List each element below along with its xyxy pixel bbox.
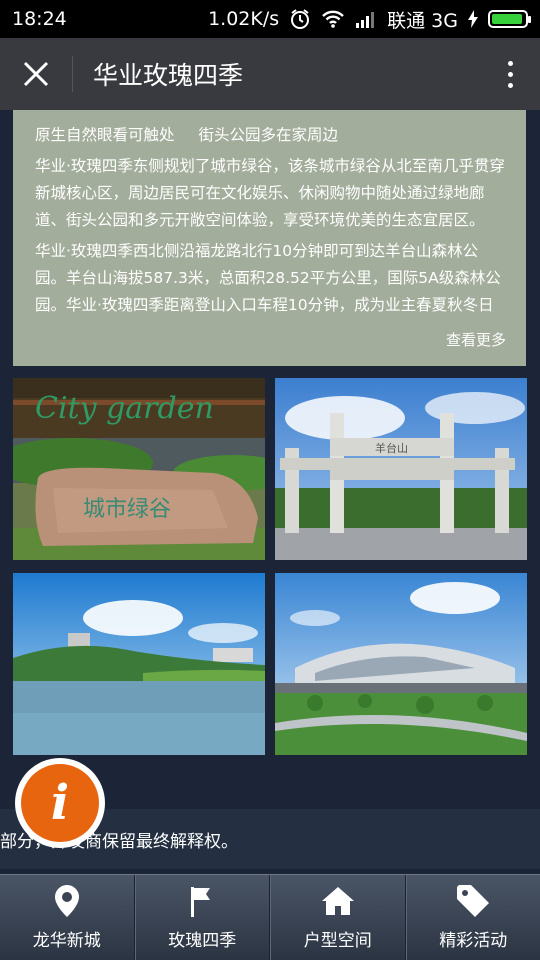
header-divider bbox=[72, 56, 73, 92]
info-icon: i bbox=[21, 764, 99, 842]
nav-label: 玫瑰四季 bbox=[168, 931, 237, 951]
close-button[interactable] bbox=[0, 38, 72, 110]
battery-icon bbox=[488, 10, 531, 28]
nav-item-longhua[interactable]: 龙华新城 bbox=[0, 875, 135, 960]
alarm-icon bbox=[289, 8, 311, 30]
intro-paragraph-1: 华业·玫瑰四季东侧规划了城市绿谷，该条城市绿谷从北至南几乎贯穿新城核心区，周边居… bbox=[35, 157, 505, 229]
nav-item-events[interactable]: 精彩活动 bbox=[405, 875, 540, 960]
nav-label: 户型空间 bbox=[303, 931, 372, 951]
info-button[interactable]: i bbox=[15, 758, 105, 848]
photo-city-garden[interactable]: City garden 城市绿谷 bbox=[13, 378, 265, 560]
intro-subtitle: 原生自然眼看可触处 街头公园多在家周边 bbox=[35, 122, 506, 149]
photo-archway-gate[interactable]: 羊台山 bbox=[275, 378, 527, 560]
more-menu-button[interactable] bbox=[480, 38, 540, 110]
location-pin-icon bbox=[54, 884, 79, 918]
photo-lake[interactable] bbox=[13, 573, 265, 755]
status-right: 1.02K/s 联通 3G bbox=[208, 6, 531, 33]
tag-icon bbox=[457, 884, 490, 918]
carrier-label: 联通 3G bbox=[387, 9, 458, 32]
wifi-icon bbox=[321, 9, 345, 29]
more-dots-icon bbox=[507, 60, 513, 66]
charging-icon bbox=[468, 10, 478, 28]
subtitle-a: 原生自然眼看可触处 bbox=[35, 126, 175, 144]
intro-card: 原生自然眼看可触处 街头公园多在家周边 华业·玫瑰四季东侧规划了城市绿谷，该条城市… bbox=[13, 110, 526, 366]
gate-plaque-text: 羊台山 bbox=[375, 441, 408, 455]
nav-item-rose-seasons[interactable]: 玫瑰四季 bbox=[134, 875, 270, 960]
network-speed: 1.02K/s bbox=[208, 8, 280, 30]
signal-icon bbox=[355, 10, 377, 28]
city-garden-sign-text: City garden bbox=[35, 391, 214, 426]
battery-fill bbox=[492, 14, 523, 24]
nav-item-floor-plans[interactable]: 户型空间 bbox=[270, 875, 406, 960]
subtitle-b: 街头公园多在家周边 bbox=[198, 126, 339, 144]
flag-icon bbox=[189, 884, 215, 918]
home-icon bbox=[321, 884, 354, 918]
status-time: 18:24 bbox=[12, 8, 67, 30]
status-bar: 18:24 1.02K/s 联通 3G bbox=[0, 0, 540, 38]
photo-station-rendering[interactable] bbox=[275, 573, 527, 755]
close-icon bbox=[23, 61, 49, 87]
app-header: 华业玫瑰四季 bbox=[0, 38, 540, 110]
page-title: 华业玫瑰四季 bbox=[93, 61, 244, 90]
read-more-link[interactable]: 查看更多 bbox=[446, 327, 506, 354]
nav-label: 精彩活动 bbox=[439, 931, 508, 951]
stone-engraving-text: 城市绿谷 bbox=[83, 497, 171, 522]
bottom-nav: 龙华新城 玫瑰四季 户型空间 精彩活动 bbox=[0, 874, 540, 960]
intro-paragraph-2: 华业·玫瑰四季西北侧沿福龙路北行10分钟即可到达羊台山森林公园。羊台山海拔587… bbox=[35, 242, 501, 314]
nav-label: 龙华新城 bbox=[32, 931, 101, 951]
